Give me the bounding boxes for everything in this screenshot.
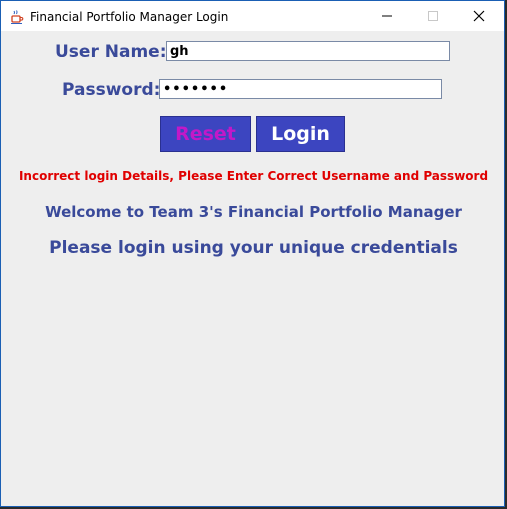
login-button[interactable]: Login (256, 116, 345, 152)
window-title: Financial Portfolio Manager Login (30, 10, 229, 24)
error-message: Incorrect login Details, Please Enter Co… (18, 169, 489, 183)
maximize-button[interactable] (410, 1, 456, 31)
login-panel: User Name: Password: Reset Login Incorre… (7, 31, 500, 501)
close-icon (473, 10, 485, 22)
reset-button[interactable]: Reset (160, 116, 251, 152)
username-field[interactable] (166, 41, 450, 61)
password-field[interactable] (159, 79, 442, 99)
maximize-icon (428, 11, 438, 21)
welcome-message: Welcome to Team 3's Financial Portfolio … (45, 203, 462, 221)
instruction-message: Please login using your unique credentia… (49, 238, 458, 258)
minimize-button[interactable] (364, 1, 410, 31)
title-bar[interactable]: Financial Portfolio Manager Login (1, 1, 504, 31)
java-cup-icon (9, 9, 25, 25)
login-window: Financial Portfolio Manager Login User N… (0, 0, 505, 507)
close-button[interactable] (456, 1, 502, 31)
password-label: Password: (62, 80, 161, 100)
minimize-icon (382, 15, 392, 17)
username-label: User Name: (55, 42, 167, 62)
